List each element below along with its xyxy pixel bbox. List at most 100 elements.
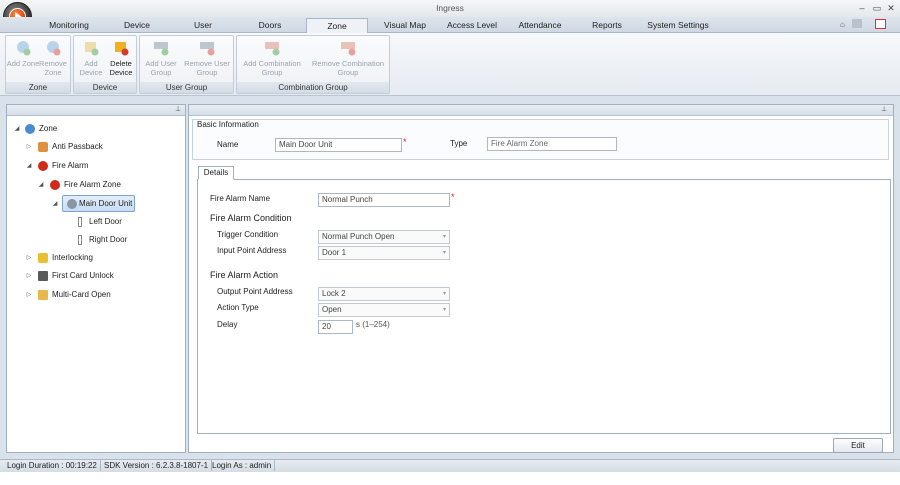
expand-arrow-icon[interactable]: ▷ — [25, 268, 33, 284]
remove-zone-icon — [47, 41, 61, 56]
tab-details[interactable]: Details — [198, 166, 234, 180]
close-button[interactable]: ✕ — [885, 2, 897, 14]
pin-icon[interactable]: ⊥ — [175, 105, 181, 113]
tree-item-main-door-unit[interactable]: Main Door Unit — [62, 195, 135, 212]
remove-combination-group-button[interactable]: Remove Combination Group — [312, 40, 384, 80]
ribbon-group-combination-group: Add Combination Group Remove Combination… — [236, 35, 390, 94]
collapse-arrow-icon[interactable]: ◢ — [13, 121, 21, 137]
remove-user-group-icon — [200, 42, 215, 56]
add-combination-group-icon — [265, 42, 280, 56]
ribbon-group-device: Add Device Delete Device Device — [73, 35, 137, 94]
delay-label: Delay — [217, 320, 238, 329]
output-point-address-label: Output Point Address — [217, 287, 293, 296]
tree-item-first-card-unlock[interactable]: ▷ First Card Unlock — [7, 268, 185, 284]
ribbon-group-label: Zone — [6, 82, 70, 93]
door-icon — [78, 235, 82, 245]
fire-alarm-name-label: Fire Alarm Name — [210, 194, 271, 203]
details-panel — [197, 179, 891, 434]
delay-range-hint: s (1–254) — [356, 320, 390, 329]
fire-alarm-icon — [38, 161, 48, 171]
zone-detail-panel: ⊥ Basic Information Name Main Door Unit … — [188, 104, 894, 453]
type-field: Fire Alarm Zone — [487, 137, 617, 151]
card-reader-icon — [38, 271, 48, 281]
tab-system-settings[interactable]: System Settings — [642, 18, 714, 33]
fire-alarm-name-field[interactable]: Normal Punch — [318, 193, 450, 207]
expand-arrow-icon[interactable]: ▷ — [25, 250, 33, 266]
zone-tree-panel: ⊥ ◢ Zone ▷ Anti Passback ◢ Fire Alarm ◢ … — [6, 104, 186, 453]
tree-item-right-door[interactable]: Right Door — [7, 232, 185, 248]
fire-alarm-condition-title: Fire Alarm Condition — [210, 213, 292, 223]
globe-icon — [25, 124, 35, 134]
tab-attendance[interactable]: Attendance — [510, 18, 570, 33]
tree-item-anti-passback[interactable]: ▷ Anti Passback — [7, 139, 185, 155]
gear-icon — [67, 199, 77, 209]
home-icon[interactable]: ⌂ — [840, 20, 845, 29]
ribbon-group-label: User Group — [140, 82, 233, 93]
restore-button[interactable]: ▭ — [871, 2, 883, 14]
remove-zone-button[interactable]: Remove Zone — [39, 40, 67, 80]
tree-item-fire-alarm-zone[interactable]: ◢ Fire Alarm Zone — [7, 177, 185, 193]
chevron-down-icon: ▾ — [442, 234, 446, 240]
calendar-icon[interactable] — [875, 19, 886, 29]
ribbon-group-zone: Add Zone Remove Zone Zone — [5, 35, 71, 94]
ribbon-group-label: Device — [74, 82, 136, 93]
fire-alarm-action-title: Fire Alarm Action — [210, 270, 279, 280]
add-combination-group-button[interactable]: Add Combination Group — [243, 40, 301, 80]
remove-user-group-button[interactable]: Remove User Group — [184, 40, 230, 80]
trigger-condition-dropdown[interactable]: Normal Punch Open ▾ — [318, 230, 450, 244]
input-point-address-dropdown[interactable]: Door 1 ▾ — [318, 246, 450, 260]
tab-monitoring[interactable]: Monitoring — [40, 18, 98, 33]
tab-zone[interactable]: Zone — [306, 18, 368, 34]
type-label: Type — [450, 139, 468, 148]
add-zone-icon — [17, 41, 31, 56]
login-as: Login As : admin — [209, 460, 276, 471]
tab-device[interactable]: Device — [108, 18, 166, 33]
delay-field[interactable]: 20 — [318, 320, 353, 334]
ribbon-group-user-group: Add User Group Remove User Group User Gr… — [139, 35, 234, 94]
delete-device-icon — [115, 42, 129, 56]
trigger-condition-label: Trigger Condition — [217, 230, 279, 239]
remove-combination-group-icon — [341, 42, 356, 56]
delete-device-button[interactable]: Delete Device — [108, 40, 134, 80]
collapse-arrow-icon[interactable]: ◢ — [37, 177, 45, 193]
settings-icon[interactable] — [852, 19, 862, 28]
required-marker: * — [403, 137, 407, 147]
name-label: Name — [217, 140, 239, 149]
add-zone-button[interactable]: Add Zone — [7, 40, 39, 80]
add-user-group-icon — [154, 42, 169, 56]
tab-reports[interactable]: Reports — [578, 18, 636, 33]
chevron-down-icon: ▾ — [442, 291, 446, 297]
tab-user[interactable]: User — [174, 18, 232, 33]
multi-card-icon — [38, 290, 48, 300]
chevron-down-icon: ▾ — [442, 250, 446, 256]
minimize-button[interactable]: – — [856, 2, 868, 14]
expand-arrow-icon[interactable]: ▷ — [25, 287, 33, 303]
tree-item-interlocking[interactable]: ▷ Interlocking — [7, 250, 185, 266]
action-type-label: Action Type — [217, 303, 259, 312]
sdk-version: SDK Version : 6.2.3.8-1807-1 — [101, 460, 213, 471]
panel-header: ⊥ — [7, 105, 185, 116]
output-point-address-dropdown[interactable]: Lock 2 ▾ — [318, 287, 450, 301]
required-marker: * — [451, 192, 455, 202]
add-user-group-button[interactable]: Add User Group — [145, 40, 177, 80]
ribbon-group-label: Combination Group — [237, 82, 389, 93]
tree-item-multi-card-open[interactable]: ▷ Multi-Card Open — [7, 287, 185, 303]
collapse-arrow-icon[interactable]: ◢ — [25, 158, 33, 174]
action-type-dropdown[interactable]: Open ▾ — [318, 303, 450, 317]
panel-header: ⊥ — [189, 105, 893, 116]
tab-visual-map[interactable]: Visual Map — [374, 18, 436, 33]
add-device-button[interactable]: Add Device — [78, 40, 104, 80]
expand-arrow-icon[interactable]: ▷ — [25, 139, 33, 155]
tab-doors[interactable]: Doors — [241, 18, 299, 33]
collapse-arrow-icon[interactable]: ◢ — [51, 196, 59, 212]
pin-icon[interactable]: ⊥ — [881, 105, 887, 113]
app-title: Ingress — [436, 3, 464, 13]
tab-access-level[interactable]: Access Level — [440, 18, 504, 33]
tree-item-left-door[interactable]: Left Door — [7, 214, 185, 230]
input-point-address-label: Input Point Address — [217, 246, 287, 255]
anti-passback-icon — [38, 142, 48, 152]
edit-button[interactable]: Edit — [833, 438, 883, 453]
tree-item-fire-alarm[interactable]: ◢ Fire Alarm — [7, 158, 185, 174]
tree-item-zone[interactable]: ◢ Zone — [7, 121, 185, 137]
name-field[interactable]: Main Door Unit — [275, 138, 402, 152]
